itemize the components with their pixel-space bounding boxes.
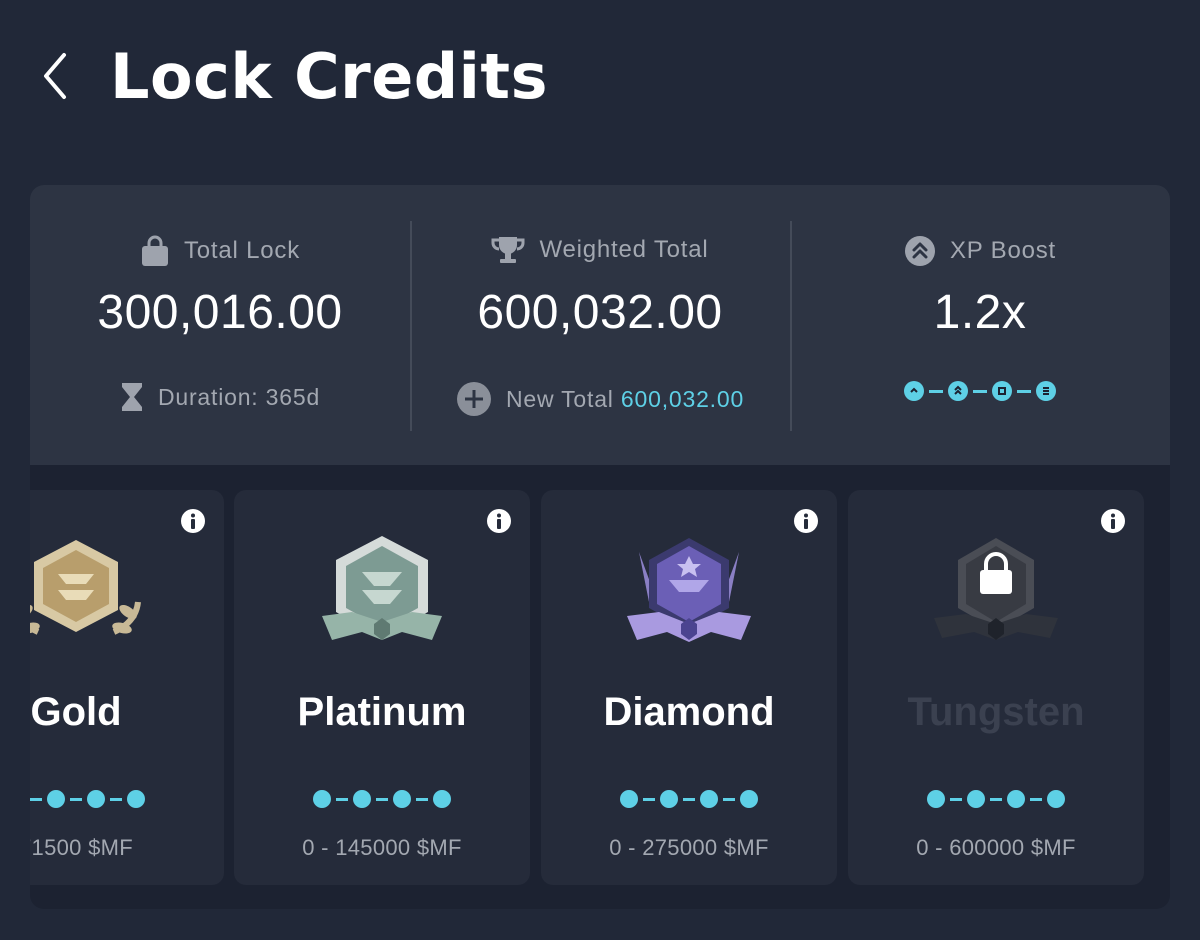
info-icon[interactable] [793, 508, 819, 534]
tier-range: 0 - 275000 $MF [609, 835, 769, 860]
tier-range: 0 - 600000 $MF [916, 835, 1076, 860]
level-1-icon [904, 381, 924, 401]
lock-credits-panel: Total Lock 300,016.00 Duration: 365d Wei… [30, 185, 1170, 909]
level-2-icon [353, 790, 371, 808]
total-lock-label: Total Lock [183, 237, 301, 264]
tier-name: Diamond [603, 690, 775, 734]
tier-carousel[interactable]: Gold 71500 $MF Platinum 0 - 145000 $MF D… [30, 490, 1170, 885]
level-4-icon [1047, 790, 1065, 808]
level-4-icon [127, 790, 145, 808]
level-1-icon [620, 790, 638, 808]
level-4-icon [740, 790, 758, 808]
level-3-icon [87, 790, 105, 808]
new-total-value: 600,032.00 [620, 385, 745, 412]
xp-boost-label: XP Boost [949, 237, 1057, 264]
info-icon[interactable] [486, 508, 512, 534]
tier-level-indicator [848, 790, 1144, 808]
xp-level-indicator [904, 381, 1056, 401]
diamond-badge-icon [627, 538, 751, 642]
tungsten-badge-locked-icon [934, 538, 1058, 640]
level-4-icon [1036, 381, 1056, 401]
page-header: Lock Credits [40, 36, 548, 116]
tier-card-gold[interactable]: Gold 71500 $MF [30, 490, 224, 885]
tier-range: 0 - 145000 $MF [302, 835, 462, 860]
total-lock-value: 300,016.00 [97, 286, 343, 339]
back-button[interactable] [40, 36, 90, 116]
weighted-total-label: Weighted Total [539, 236, 709, 263]
weighted-total-stat: Weighted Total 600,032.00 New Total 600,… [410, 185, 790, 465]
total-lock-stat: Total Lock 300,016.00 Duration: 365d [30, 185, 410, 465]
level-2-icon [967, 790, 985, 808]
tier-name: Platinum [297, 690, 467, 734]
stats-summary: Total Lock 300,016.00 Duration: 365d Wei… [30, 185, 1170, 465]
tier-level-indicator [30, 790, 224, 808]
tier-name: Tungsten [907, 690, 1085, 734]
tier-level-indicator [234, 790, 530, 808]
plus-circle-icon [456, 382, 491, 416]
xp-boost-stat: XP Boost 1.2x [790, 185, 1170, 465]
level-1-icon [313, 790, 331, 808]
gold-badge-icon [30, 540, 141, 635]
info-icon[interactable] [180, 508, 206, 534]
lock-icon [141, 235, 168, 266]
level-2-icon [47, 790, 65, 808]
double-chevron-up-icon [904, 236, 935, 266]
trophy-icon [491, 237, 525, 263]
tier-range: 71500 $MF [30, 835, 133, 860]
level-2-icon [660, 790, 678, 808]
hourglass-icon [121, 383, 142, 411]
chevron-left-icon[interactable] [40, 51, 70, 101]
level-3-icon [992, 381, 1012, 401]
level-4-icon [433, 790, 451, 808]
xp-boost-value: 1.2x [933, 286, 1027, 339]
tier-name: Gold [30, 690, 122, 734]
tier-level-indicator [541, 790, 837, 808]
weighted-total-value: 600,032.00 [477, 286, 723, 339]
level-3-icon [1007, 790, 1025, 808]
level-2-icon [948, 381, 968, 401]
tier-card-diamond[interactable]: Diamond 0 - 275000 $MF [541, 490, 837, 885]
level-3-icon [393, 790, 411, 808]
level-3-icon [700, 790, 718, 808]
duration-label: Duration: 365d [157, 383, 321, 410]
platinum-badge-icon [322, 536, 442, 640]
page-title: Lock Credits [110, 39, 548, 113]
tier-card-platinum[interactable]: Platinum 0 - 145000 $MF [234, 490, 530, 885]
level-1-icon [927, 790, 945, 808]
tier-card-tungsten[interactable]: Tungsten 0 - 600000 $MF [848, 490, 1144, 885]
info-icon[interactable] [1100, 508, 1126, 534]
new-total-label: New Total [505, 385, 614, 412]
